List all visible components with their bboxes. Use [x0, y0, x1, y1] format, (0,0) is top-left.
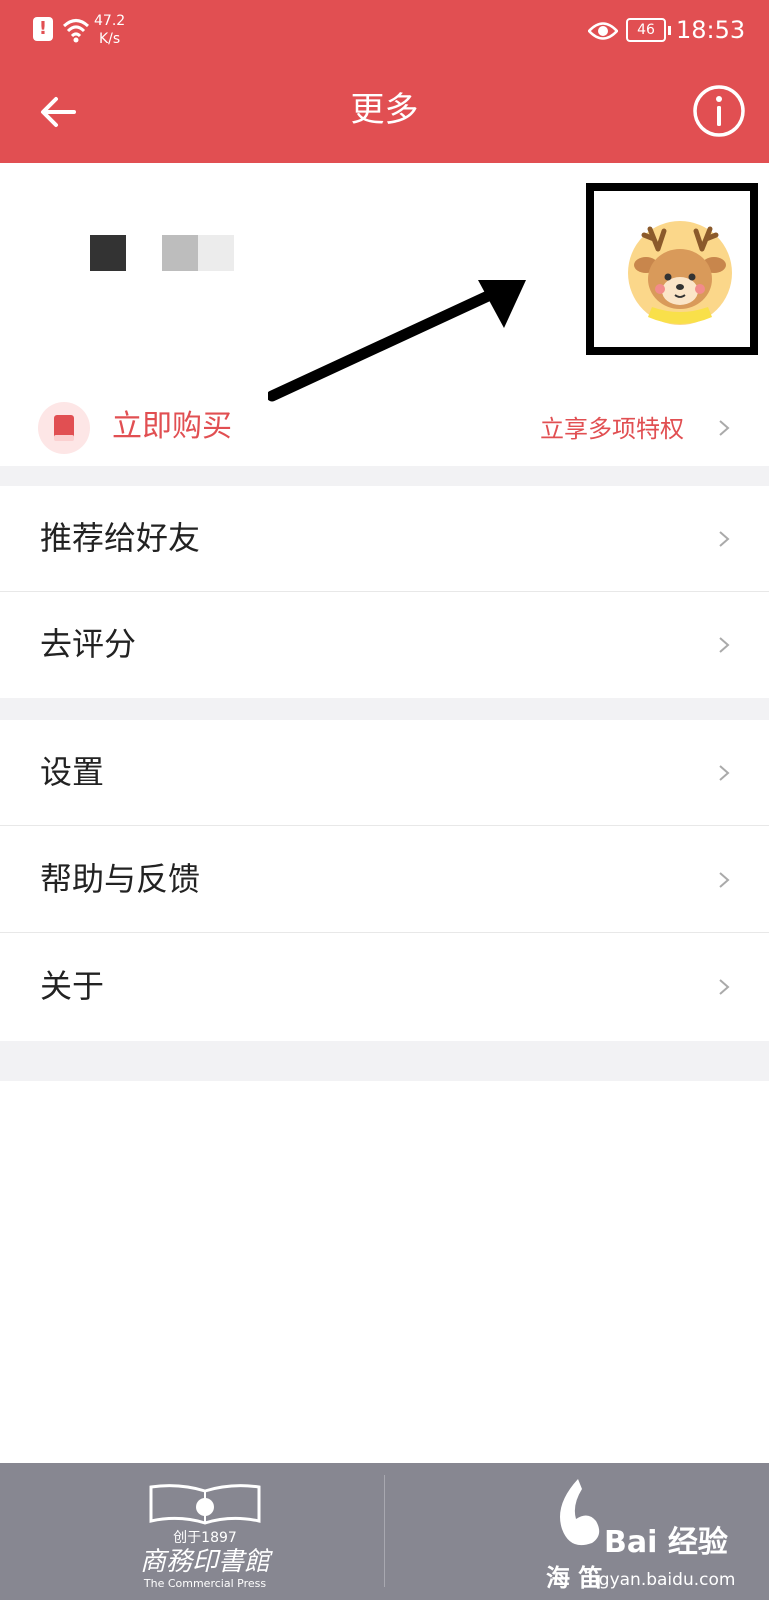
- chevron-right-icon: [719, 979, 730, 995]
- haibei-logo-icon: [560, 1479, 600, 1546]
- menu-item-settings[interactable]: 设置: [0, 720, 769, 826]
- chevron-right-icon: [719, 872, 730, 888]
- chevron-right-icon: [719, 420, 730, 436]
- username-blurred: [90, 235, 126, 271]
- footer-banner: 创于1897 商務印書館 The Commercial Press 海 笛 Ba…: [0, 1463, 769, 1600]
- divider: [0, 932, 769, 933]
- menu-item-recommend[interactable]: 推荐给好友: [0, 486, 769, 592]
- battery-icon: 46: [626, 18, 671, 42]
- page-title: 更多: [350, 90, 419, 130]
- menu-item-about[interactable]: 关于: [0, 934, 769, 1040]
- app-header: 更多: [0, 60, 769, 163]
- menu-item-help-feedback[interactable]: 帮助与反馈: [0, 827, 769, 933]
- clock: 18:53: [676, 16, 746, 44]
- username-blurred: [198, 235, 234, 271]
- status-bar: ! 47.2 K/s 46 18:53: [0, 0, 769, 60]
- footer-divider: [384, 1475, 385, 1587]
- wifi-icon: [62, 19, 90, 43]
- book-icon: [54, 415, 74, 441]
- baidu-jingyan-url: ngyan.baidu.com: [588, 1570, 736, 1590]
- privilege-text: 立享多项特权: [540, 415, 684, 443]
- book-icon-wrapper: [38, 402, 90, 454]
- section-gap: [0, 466, 769, 486]
- alert-icon: !: [33, 17, 53, 41]
- deer-avatar-icon: [628, 221, 732, 325]
- publisher-name: 商務印書館: [139, 1547, 270, 1577]
- chevron-right-icon: [719, 637, 730, 653]
- commercial-press-logo-icon: [149, 1484, 261, 1525]
- avatar-highlight-box[interactable]: [586, 183, 758, 355]
- section-gap: [0, 698, 769, 720]
- baidu-jingyan-brand: Bai 经验: [604, 1525, 728, 1560]
- chevron-right-icon: [719, 531, 730, 547]
- buy-now-label: 立即购买: [112, 409, 232, 444]
- divider: [0, 825, 769, 826]
- eye-comfort-icon: [588, 22, 618, 40]
- chevron-right-icon: [719, 765, 730, 781]
- info-icon[interactable]: [692, 84, 746, 138]
- username-blurred: [162, 235, 198, 271]
- menu-item-rate[interactable]: 去评分: [0, 592, 769, 698]
- publisher-english-name: The Commercial Press: [143, 1577, 267, 1590]
- network-speed: 47.2 K/s: [94, 13, 126, 47]
- publisher-year: 创于1897: [173, 1530, 237, 1546]
- section-gap: [0, 1041, 769, 1081]
- annotation-arrow: [268, 280, 526, 402]
